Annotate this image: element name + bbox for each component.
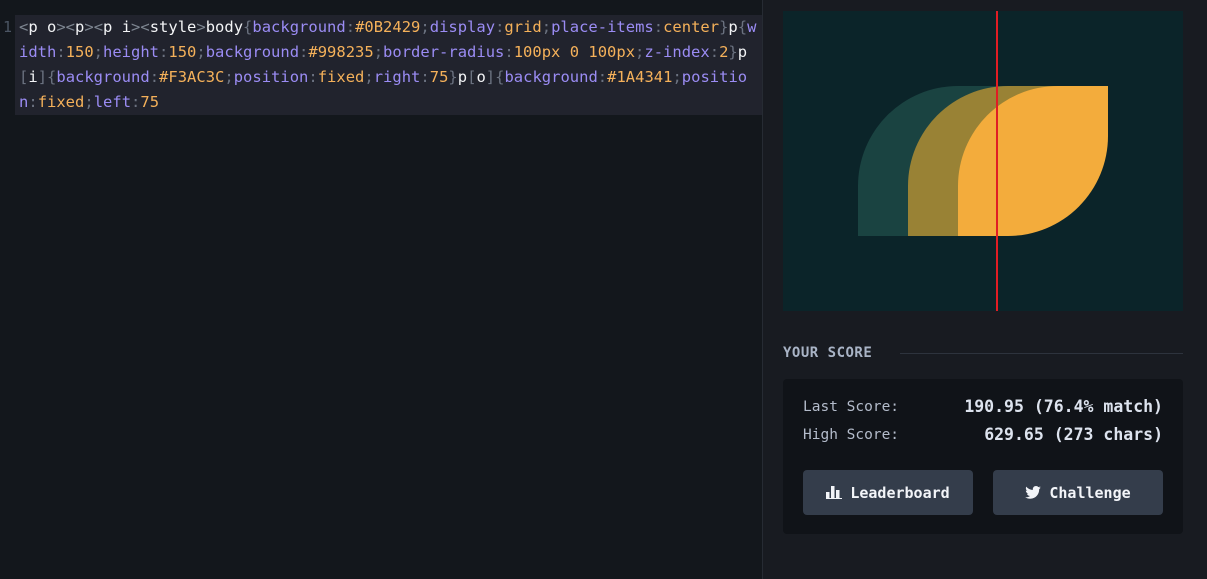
code-token: ]{ (485, 68, 505, 86)
code-token: ; (420, 18, 430, 36)
code-token: #F3AC3C (159, 68, 225, 86)
leaderboard-label: Leaderboard (850, 483, 950, 502)
code-token: #0B2429 (355, 18, 421, 36)
code-token: ; (364, 68, 374, 86)
code-token: p (75, 18, 85, 36)
code-token: ; (635, 43, 645, 61)
code-token: >< (84, 18, 104, 36)
code-token: body (205, 18, 244, 36)
code-token: grid (504, 18, 542, 36)
code-token: ; (84, 93, 94, 111)
code-token: ; (373, 43, 384, 61)
comparison-slider[interactable] (996, 11, 998, 311)
code-token: ; (196, 43, 206, 61)
code-token: right (373, 68, 421, 86)
code-token: fixed (317, 68, 365, 86)
section-divider (900, 353, 1183, 354)
last-score-label: Last Score: (803, 399, 900, 415)
code-token: } (728, 43, 738, 61)
code-token: border-radius (383, 43, 505, 61)
code-token: p i (103, 18, 132, 36)
code-token: >< (56, 18, 76, 36)
score-section-title: YOUR SCORE (783, 345, 873, 361)
code-token: display (429, 18, 496, 36)
line-number: 1 (2, 18, 13, 36)
output-preview[interactable] (783, 11, 1183, 311)
code-editor[interactable]: 1 <p o><p><p i><style>body{background:#0… (0, 0, 762, 579)
code-token: position (233, 68, 309, 86)
code-token: : (56, 43, 66, 61)
code-token: ; (672, 68, 682, 86)
high-score-value: 629.65 (273 chars) (984, 425, 1163, 444)
code-token: < (19, 18, 29, 36)
high-score-label: High Score: (803, 427, 900, 443)
code-token: : (308, 68, 318, 86)
code-token: style (149, 18, 197, 36)
code-token: background (504, 68, 598, 86)
twitter-icon (1025, 486, 1042, 499)
code-token: : (420, 68, 430, 86)
code-token: z-index (644, 43, 710, 61)
code-token: o (476, 68, 486, 86)
bar-chart-icon (826, 486, 843, 499)
code-token: : (653, 18, 664, 36)
code-token: { (737, 18, 748, 36)
score-card: Last Score: 190.95 (76.4% match) High Sc… (783, 379, 1183, 534)
code-token: >< (131, 18, 150, 36)
code-token: 150 (168, 43, 197, 61)
code-token: 100px 0 100px (513, 43, 636, 61)
code-token: : (597, 68, 608, 86)
code-token: 2 (719, 43, 729, 61)
last-score-value: 190.95 (76.4% match) (964, 397, 1163, 416)
code-token: p (737, 43, 748, 61)
code-token: p (457, 68, 468, 86)
code-token: : (504, 43, 514, 61)
code-token: place-items (551, 18, 654, 36)
code-token: 150 (65, 43, 94, 61)
challenge-label: Challenge (1049, 483, 1131, 502)
code-token: ; (224, 68, 234, 86)
code-token: height (103, 43, 160, 61)
code-token: ; (541, 18, 552, 36)
code-token: fixed (37, 93, 85, 111)
code-token: #998235 (308, 43, 374, 61)
code-token: > (196, 18, 206, 36)
code-token: : (299, 43, 309, 61)
code-line[interactable]: <p o><p><p i><style>body{background:#0B2… (15, 15, 762, 115)
code-token: center (663, 18, 720, 36)
code-token: : (709, 43, 720, 61)
code-token: ]{ (37, 68, 57, 86)
code-token: : (149, 68, 160, 86)
code-token: p (728, 18, 738, 36)
code-token: : (28, 93, 38, 111)
code-token: p o (28, 18, 57, 36)
code-token: #1A4341 (607, 68, 673, 86)
leaderboard-button[interactable]: Leaderboard (803, 470, 973, 515)
code-token: : (159, 43, 169, 61)
code-token: 75 (140, 93, 160, 111)
code-token: 75 (429, 68, 449, 86)
code-token: { (243, 18, 253, 36)
right-panel: YOUR SCORE Last Score: 190.95 (76.4% mat… (763, 0, 1207, 579)
code-token: background (56, 68, 150, 86)
code-token: : (131, 93, 141, 111)
code-token: background (205, 43, 300, 61)
challenge-button[interactable]: Challenge (993, 470, 1163, 515)
code-token: i (28, 68, 38, 86)
code-token: ; (93, 43, 104, 61)
code-token: : (495, 18, 505, 36)
code-token: [ (19, 68, 29, 86)
code-token: : (345, 18, 356, 36)
code-token: } (448, 68, 458, 86)
code-token: left (93, 93, 132, 111)
code-token: background (252, 18, 346, 36)
